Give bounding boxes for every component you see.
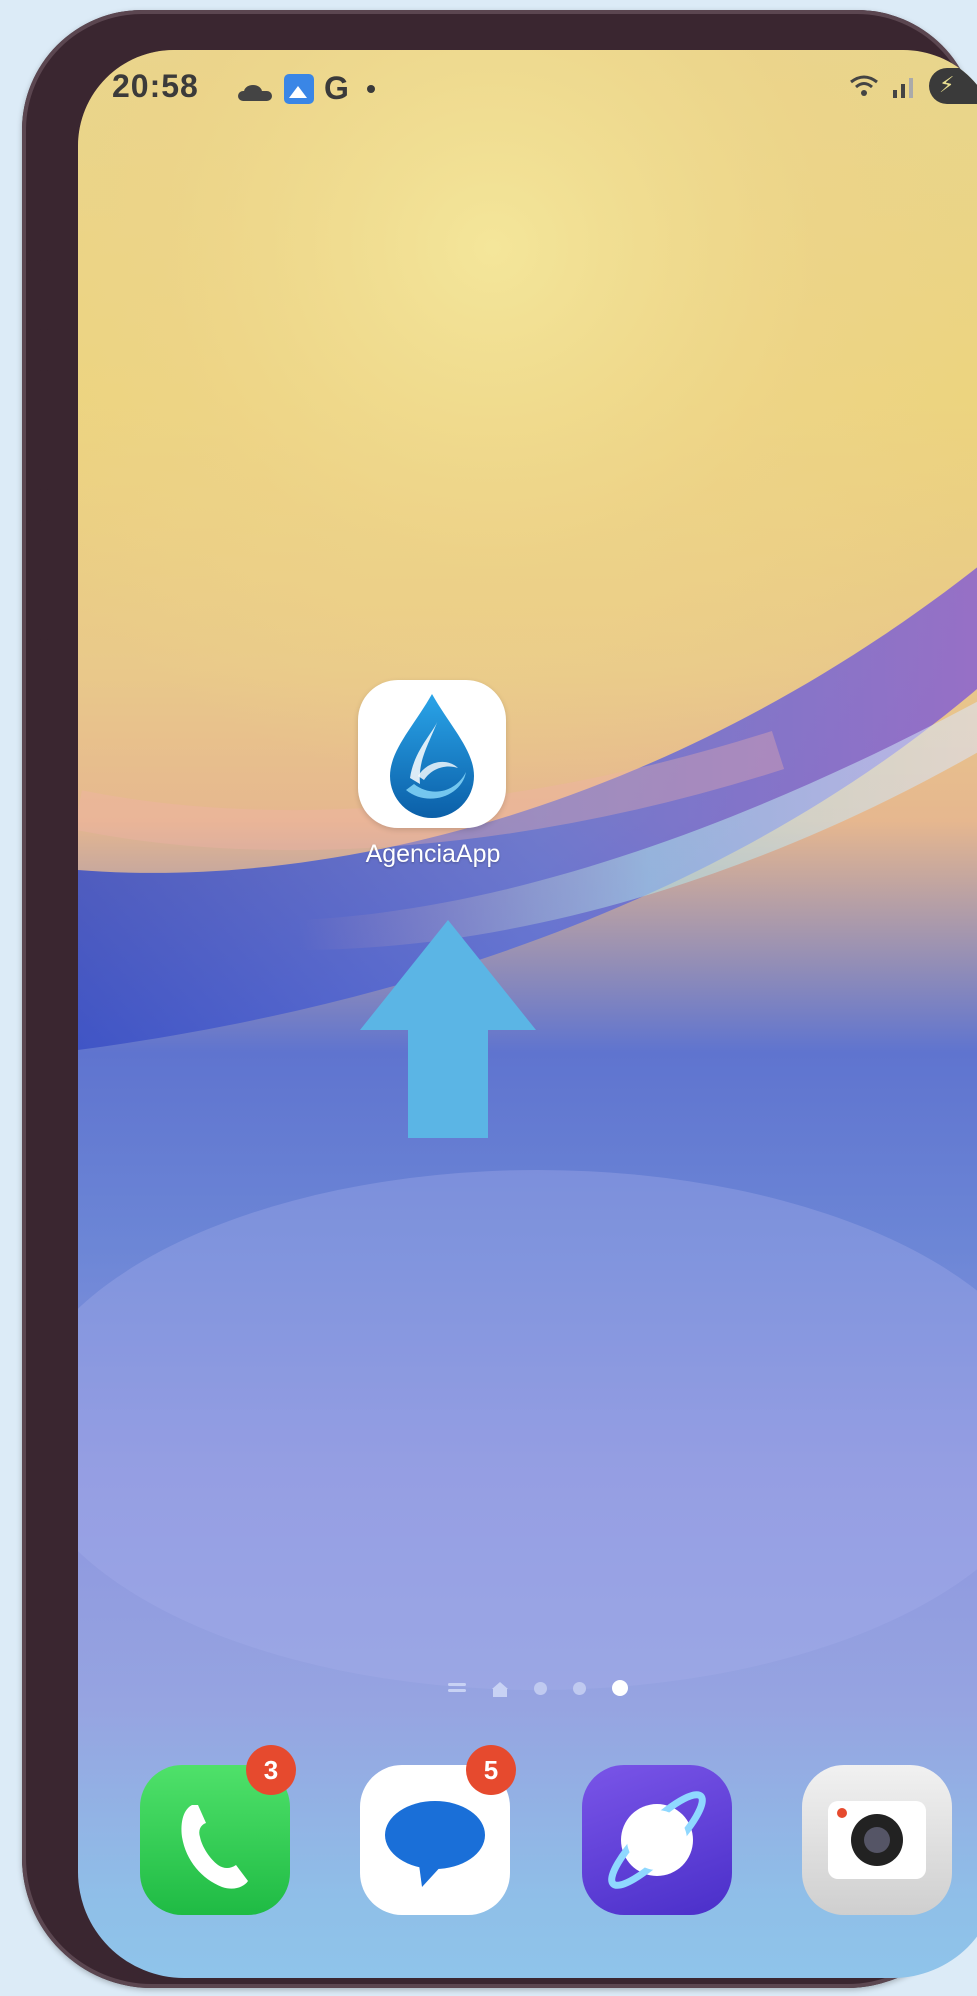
camera-app[interactable] bbox=[802, 1765, 952, 1915]
status-icons-right bbox=[849, 68, 977, 104]
agenciaapp-icon[interactable] bbox=[358, 680, 506, 828]
side-button-bottom bbox=[38, 520, 50, 640]
side-button-top bbox=[38, 260, 50, 330]
gallery-icon bbox=[284, 73, 314, 104]
water-drop-logo-icon bbox=[390, 694, 474, 818]
phone-app[interactable]: 3 bbox=[140, 1745, 296, 1915]
page-dot bbox=[534, 1681, 547, 1695]
google-g-icon: G bbox=[324, 70, 349, 106]
page-dot bbox=[573, 1681, 586, 1695]
page-indicator[interactable] bbox=[448, 1680, 628, 1697]
battery-charging-icon bbox=[929, 68, 977, 104]
status-time: 20:58 bbox=[112, 68, 199, 104]
internet-browser-icon bbox=[608, 1791, 706, 1889]
home-screen: 20:58 G ⚡ AgenciaApp 3 5 bbox=[78, 50, 977, 1978]
home-indicator-icon bbox=[492, 1681, 508, 1697]
signal-icon bbox=[893, 78, 913, 98]
status-bar: 20:58 G bbox=[78, 50, 977, 130]
messages-app[interactable]: 5 bbox=[360, 1745, 516, 1915]
messages-badge: 5 bbox=[466, 1745, 516, 1795]
internet-app[interactable] bbox=[582, 1765, 732, 1915]
page-dot-active bbox=[612, 1680, 628, 1696]
feed-indicator-icon bbox=[448, 1682, 466, 1694]
notification-dot-icon bbox=[366, 84, 375, 93]
side-button-middle bbox=[38, 370, 50, 490]
cloud-icon bbox=[238, 84, 274, 103]
up-arrow-icon bbox=[360, 920, 536, 1138]
agenciaapp-label: AgenciaApp bbox=[365, 840, 501, 868]
phone-frame: 20:58 G ⚡ AgenciaApp 3 5 bbox=[22, 10, 977, 1988]
status-icons-left: G bbox=[238, 70, 375, 107]
wifi-icon bbox=[850, 75, 878, 96]
phone-badge: 3 bbox=[246, 1745, 296, 1795]
camera-icon bbox=[828, 1801, 926, 1879]
